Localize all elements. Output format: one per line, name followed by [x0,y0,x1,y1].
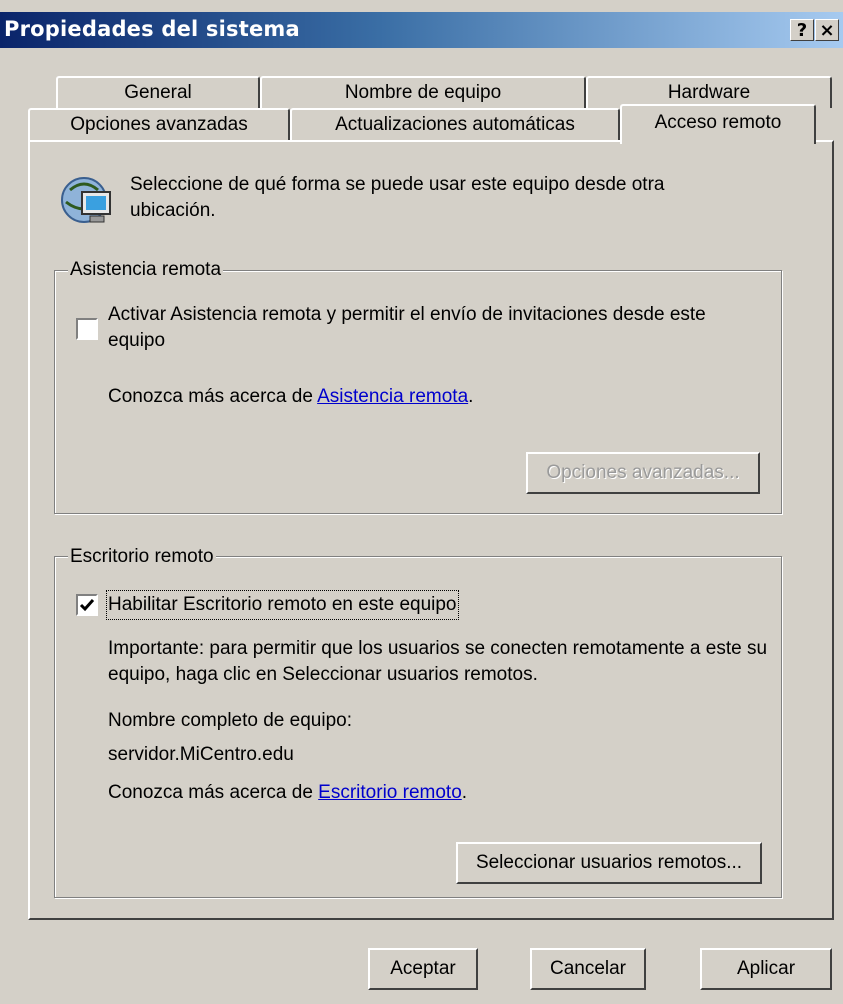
remote-desktop-checkbox-label[interactable]: Habilitar Escritorio remoto en este equi… [106,590,459,620]
learn-more-suffix: . [461,782,468,803]
tab-computer-name[interactable]: Nombre de equipo [260,76,586,108]
tab-remote-access[interactable]: Acceso remoto [620,104,816,144]
remote-assistance-legend: Asistencia remota [68,259,224,281]
learn-more-suffix: . [468,386,474,407]
remote-access-panel: Seleccione de qué forma se puede usar es… [28,140,834,920]
ok-button[interactable]: Aceptar [368,948,478,990]
checkmark-icon [79,599,95,612]
window-title: Propiedades del sistema [4,17,300,41]
title-bar[interactable]: Propiedades del sistema ? × [0,12,843,48]
tab-advanced[interactable]: Opciones avanzadas [28,108,290,142]
apply-button[interactable]: Aplicar [700,948,832,990]
tab-automatic-updates[interactable]: Actualizaciones automáticas [290,108,620,142]
remote-desktop-link[interactable]: Escritorio remoto [318,782,462,803]
help-button[interactable]: ? [790,19,814,41]
remote-assistance-link[interactable]: Asistencia remota [317,386,468,407]
full-computer-name-value: servidor.MiCentro.edu [108,744,294,765]
remote-assistance-checkbox-label[interactable]: Activar Asistencia remota y permitir el … [108,302,768,354]
select-remote-users-button[interactable]: Seleccionar usuarios remotos... [456,842,762,884]
cancel-button[interactable]: Cancelar [530,948,646,990]
tab-general[interactable]: General [56,76,260,108]
remote-desktop-checkbox[interactable] [76,594,98,616]
computer-network-icon [58,170,114,230]
close-button[interactable]: × [815,19,839,41]
learn-more-prefix: Conozca más acerca de [108,782,319,803]
remote-desktop-learn-more: Conozca más acerca de Escritorio remoto. [108,780,467,806]
remote-desktop-important-text: Importante: para permitir que los usuari… [108,638,768,685]
remote-assistance-learn-more: Conozca más acerca de Asistencia remota. [108,384,473,410]
system-properties-window: Propiedades del sistema ? × General Nomb… [0,0,843,1004]
remote-desktop-legend: Escritorio remoto [68,546,216,568]
intro-text: Seleccione de qué forma se puede usar es… [130,174,665,221]
advanced-options-button[interactable]: Opciones avanzadas... [526,452,760,494]
full-computer-name-label: Nombre completo de equipo: [108,710,352,731]
remote-assistance-checkbox[interactable] [76,318,98,340]
learn-more-prefix: Conozca más acerca de [108,386,318,407]
